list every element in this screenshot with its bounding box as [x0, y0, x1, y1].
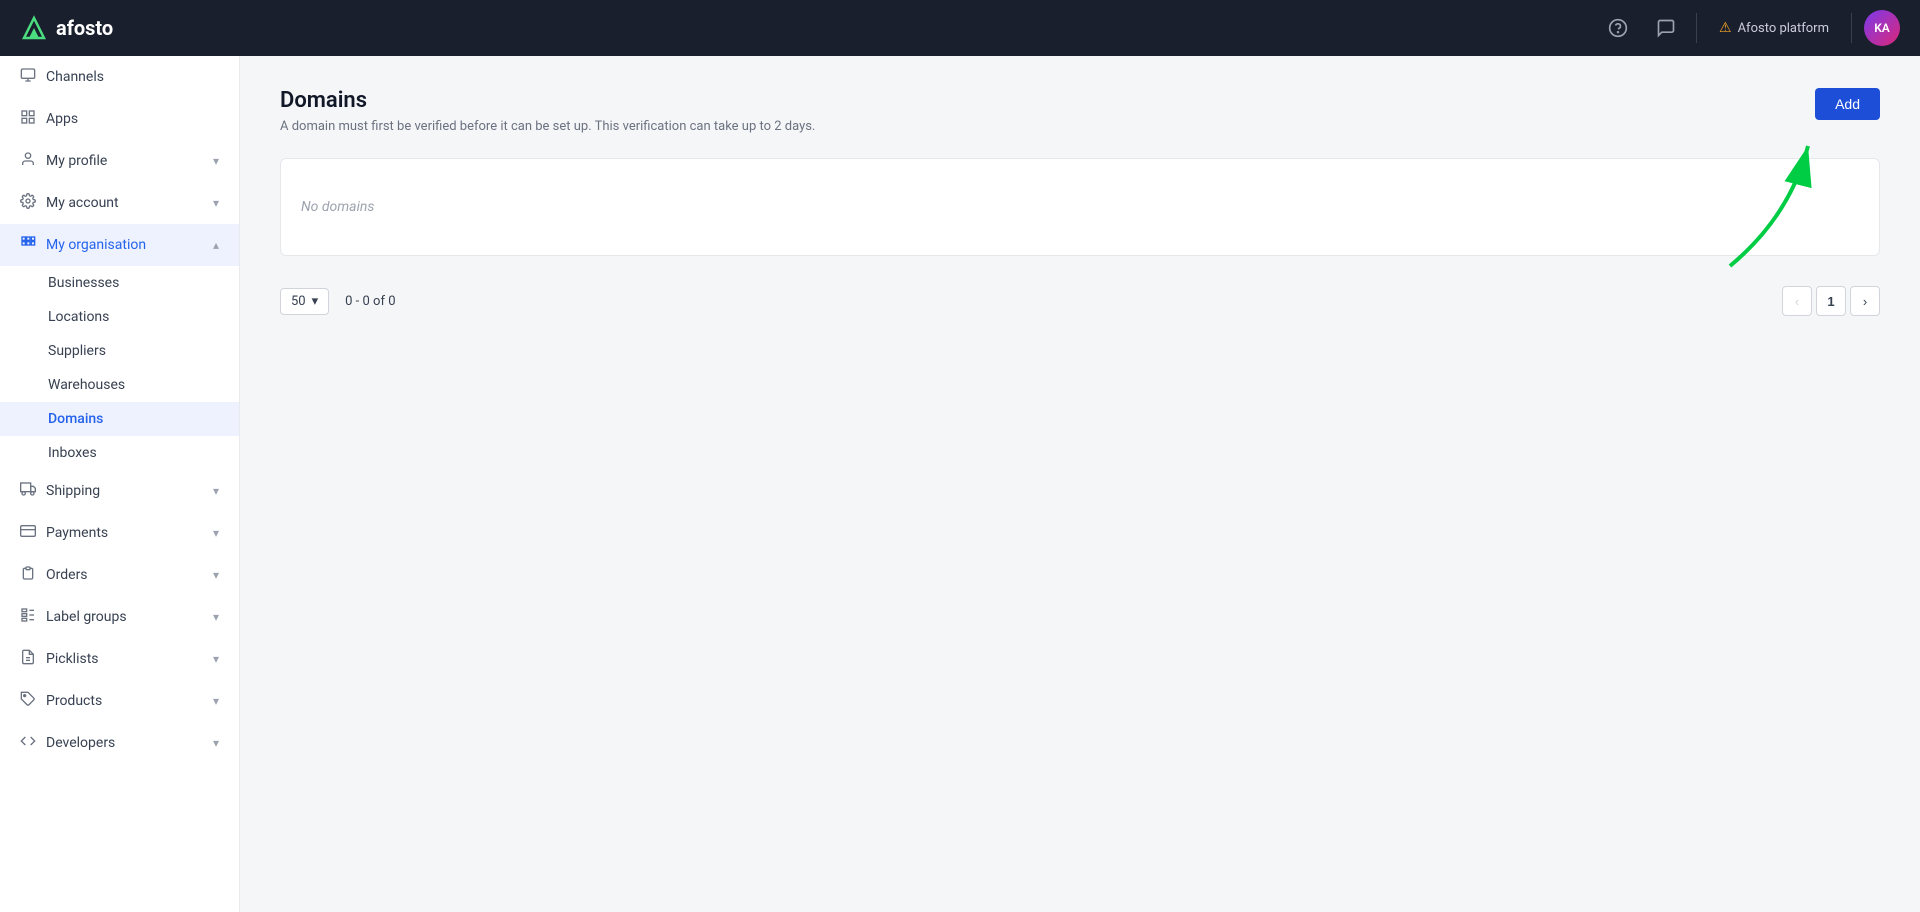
sidebar: Channels Apps My profile ▾ My account ▾ [0, 56, 240, 912]
help-icon [1608, 18, 1628, 38]
page-subtitle: A domain must first be verified before i… [280, 119, 1880, 134]
sidebar-item-my-profile-label: My profile [46, 153, 107, 169]
nav-divider [1696, 13, 1697, 43]
next-page-button[interactable]: › [1850, 286, 1880, 316]
logo-icon [20, 14, 48, 42]
pagination-range: 0 - 0 of 0 [345, 294, 395, 309]
sidebar-item-my-organisation[interactable]: My organisation ▴ [0, 224, 239, 266]
sidebar-item-businesses[interactable]: Businesses [0, 266, 239, 300]
topnav: afosto ⚠ Afosto platform KA [0, 0, 1920, 56]
sidebar-item-domains-label: Domains [48, 411, 103, 427]
org-icon [20, 235, 36, 255]
sidebar-item-businesses-label: Businesses [48, 275, 119, 291]
chevron-down-icon-9: ▾ [213, 736, 219, 750]
help-button[interactable] [1600, 10, 1636, 46]
sidebar-item-orders[interactable]: Orders ▾ [0, 554, 239, 596]
per-page-value: 50 [291, 294, 306, 309]
sidebar-item-my-account-label: My account [46, 195, 119, 211]
developers-icon [20, 733, 36, 753]
orders-icon [20, 565, 36, 585]
sidebar-item-suppliers[interactable]: Suppliers [0, 334, 239, 368]
current-page-button[interactable]: 1 [1816, 286, 1846, 316]
pagination-bar: 50 ▾ 0 - 0 of 0 ‹ 1 › [280, 276, 1880, 326]
topnav-right: ⚠ Afosto platform KA [1600, 10, 1900, 46]
payments-icon [20, 523, 36, 543]
picklists-icon [20, 649, 36, 669]
sidebar-item-payments[interactable]: Payments ▾ [0, 512, 239, 554]
sidebar-sub-organisation: Businesses Locations Suppliers Warehouse… [0, 266, 239, 470]
layout: Channels Apps My profile ▾ My account ▾ [0, 56, 1920, 912]
chat-button[interactable] [1648, 10, 1684, 46]
sidebar-item-picklists[interactable]: Picklists ▾ [0, 638, 239, 680]
pagination-controls: ‹ 1 › [1782, 286, 1880, 316]
page-title: Domains [280, 88, 1880, 113]
sidebar-item-warehouses-label: Warehouses [48, 377, 125, 393]
shipping-icon [20, 481, 36, 501]
chevron-down-icon-5: ▾ [213, 568, 219, 582]
sidebar-item-apps-label: Apps [46, 111, 78, 127]
prev-page-button[interactable]: ‹ [1782, 286, 1812, 316]
sidebar-item-products-label: Products [46, 693, 102, 709]
chevron-down-icon: ▾ [213, 154, 219, 168]
chevron-down-icon-3: ▾ [213, 484, 219, 498]
per-page-select[interactable]: 50 ▾ [280, 288, 329, 315]
chat-icon [1656, 18, 1676, 38]
chevron-down-icon-8: ▾ [213, 694, 219, 708]
sidebar-item-picklists-label: Picklists [46, 651, 99, 667]
logo[interactable]: afosto [20, 14, 113, 42]
channels-icon [20, 67, 36, 87]
chevron-down-icon-7: ▾ [213, 652, 219, 666]
logo-text: afosto [56, 16, 113, 40]
chevron-down-icon-6: ▾ [213, 610, 219, 624]
sidebar-item-products[interactable]: Products ▾ [0, 680, 239, 722]
sidebar-item-label-groups[interactable]: Label groups ▾ [0, 596, 239, 638]
products-icon [20, 691, 36, 711]
sidebar-item-my-organisation-label: My organisation [46, 237, 146, 253]
sidebar-item-apps[interactable]: Apps [0, 98, 239, 140]
chevron-up-icon: ▴ [213, 238, 219, 252]
sidebar-item-orders-label: Orders [46, 567, 88, 583]
sidebar-item-suppliers-label: Suppliers [48, 343, 106, 359]
sidebar-item-label-groups-label: Label groups [46, 609, 127, 625]
nav-divider-2 [1851, 13, 1852, 43]
sidebar-item-channels-label: Channels [46, 69, 104, 85]
sidebar-item-domains[interactable]: Domains [0, 402, 239, 436]
sidebar-item-locations[interactable]: Locations [0, 300, 239, 334]
sidebar-item-inboxes-label: Inboxes [48, 445, 97, 461]
sidebar-item-channels[interactable]: Channels [0, 56, 239, 98]
alert-triangle-icon: ⚠ [1719, 20, 1732, 36]
sidebar-item-shipping[interactable]: Shipping ▾ [0, 470, 239, 512]
empty-state-text: No domains [281, 159, 1879, 255]
gear-icon [20, 193, 36, 213]
sidebar-item-developers-label: Developers [46, 735, 115, 751]
sidebar-item-locations-label: Locations [48, 309, 109, 325]
domains-list: No domains [280, 158, 1880, 256]
add-button[interactable]: Add [1815, 88, 1880, 120]
labelgroups-icon [20, 607, 36, 627]
person-icon [20, 151, 36, 171]
sidebar-item-payments-label: Payments [46, 525, 108, 541]
per-page-chevron-icon: ▾ [312, 294, 319, 309]
sidebar-item-inboxes[interactable]: Inboxes [0, 436, 239, 470]
user-avatar[interactable]: KA [1864, 10, 1900, 46]
sidebar-item-shipping-label: Shipping [46, 483, 100, 499]
platform-label[interactable]: ⚠ Afosto platform [1709, 20, 1839, 36]
chevron-down-icon-4: ▾ [213, 526, 219, 540]
apps-icon [20, 109, 36, 129]
sidebar-item-my-account[interactable]: My account ▾ [0, 182, 239, 224]
sidebar-item-developers[interactable]: Developers ▾ [0, 722, 239, 764]
sidebar-item-my-profile[interactable]: My profile ▾ [0, 140, 239, 182]
sidebar-item-warehouses[interactable]: Warehouses [0, 368, 239, 402]
chevron-down-icon-2: ▾ [213, 196, 219, 210]
main-content: Domains A domain must first be verified … [240, 56, 1920, 912]
